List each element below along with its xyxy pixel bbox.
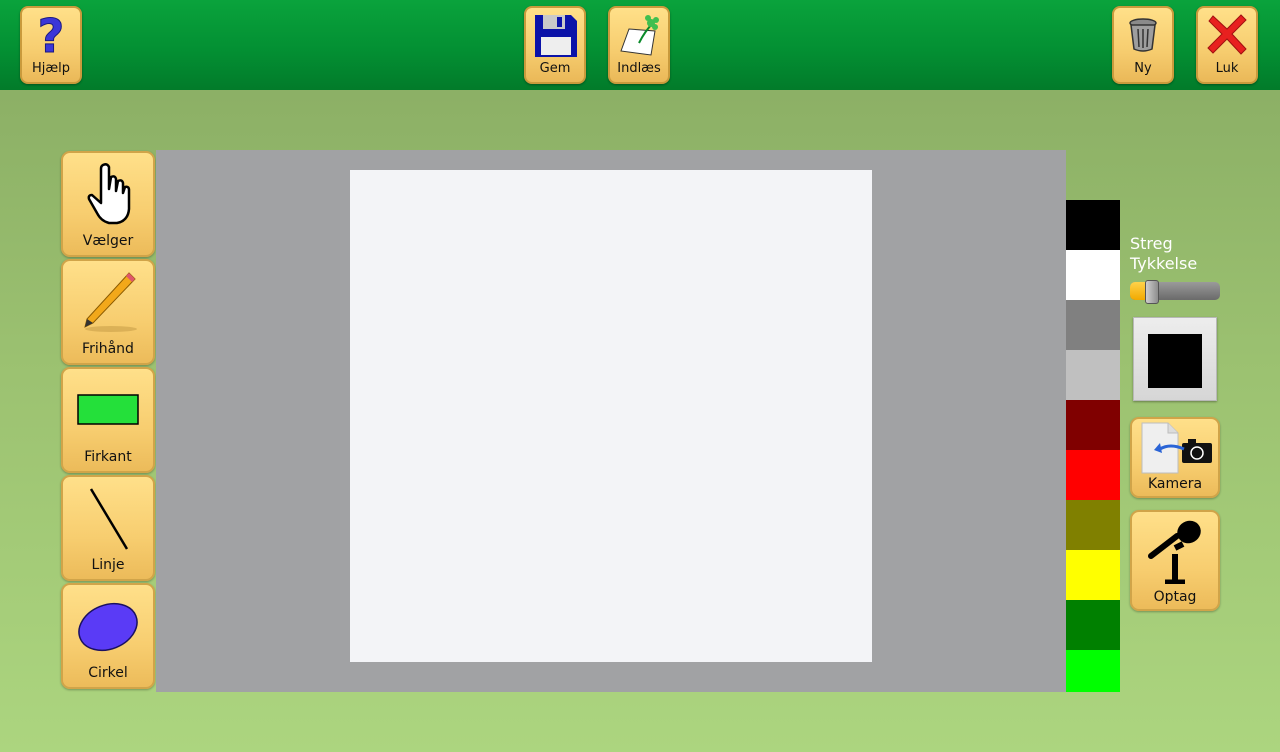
- question-mark-icon: ?: [37, 11, 65, 59]
- color-swatch[interactable]: [1066, 550, 1120, 600]
- slider-thumb[interactable]: [1145, 280, 1159, 304]
- record-label: Optag: [1153, 589, 1197, 605]
- line-icon: [89, 488, 129, 550]
- color-swatch[interactable]: [1066, 250, 1120, 300]
- color-swatch[interactable]: [1066, 350, 1120, 400]
- help-button[interactable]: ? Hjælp: [20, 6, 82, 84]
- pencil-icon: [84, 272, 137, 332]
- save-button[interactable]: Gem: [524, 6, 586, 84]
- new-button[interactable]: Ny: [1112, 6, 1174, 84]
- load-button[interactable]: Indlæs: [608, 6, 670, 84]
- stroke-thickness-slider[interactable]: [1130, 280, 1220, 304]
- ellipse-icon: [78, 602, 138, 652]
- save-label: Gem: [539, 61, 571, 76]
- top-toolbar: ? Hjælp Gem Indlæs Ny Luk: [0, 0, 1280, 90]
- color-swatch[interactable]: [1066, 500, 1120, 550]
- new-label: Ny: [1134, 61, 1152, 76]
- hand-pointer-icon: [87, 163, 131, 225]
- svg-text:?: ?: [38, 11, 65, 59]
- tool-rectangle-label: Firkant: [84, 449, 132, 465]
- color-palette: [1066, 200, 1120, 692]
- current-color-swatch: [1148, 334, 1202, 388]
- color-swatch[interactable]: [1066, 200, 1120, 250]
- trash-can-icon: [1129, 18, 1157, 52]
- help-label: Hjælp: [31, 61, 71, 76]
- camera-import-icon: [1141, 422, 1212, 474]
- stroke-thickness-label: Streg Tykkelse: [1130, 234, 1197, 274]
- close-button[interactable]: Luk: [1196, 6, 1258, 84]
- color-swatch[interactable]: [1066, 300, 1120, 350]
- tool-circle[interactable]: Cirkel: [61, 583, 155, 689]
- tool-select[interactable]: Vælger: [61, 151, 155, 257]
- color-swatch[interactable]: [1066, 400, 1120, 450]
- tool-freehand-label: Frihånd: [82, 341, 134, 357]
- load-label: Indlæs: [617, 61, 661, 76]
- tool-circle-label: Cirkel: [88, 665, 128, 681]
- color-swatch[interactable]: [1066, 650, 1120, 692]
- tool-select-label: Vælger: [82, 233, 134, 249]
- drawing-paper[interactable]: [350, 170, 872, 662]
- current-color-button[interactable]: [1133, 317, 1217, 401]
- red-x-icon: [1207, 14, 1247, 55]
- microphone-icon: [1148, 520, 1201, 584]
- tool-line[interactable]: Linje: [61, 475, 155, 581]
- canvas-area: [156, 150, 1066, 692]
- tool-line-label: Linje: [91, 557, 125, 573]
- camera-button[interactable]: Kamera: [1130, 417, 1220, 498]
- rectangle-icon: [77, 394, 139, 425]
- color-swatch[interactable]: [1066, 450, 1120, 500]
- record-button[interactable]: Optag: [1130, 510, 1220, 611]
- color-swatch[interactable]: [1066, 600, 1120, 650]
- tool-freehand[interactable]: Frihånd: [61, 259, 155, 365]
- load-picture-icon: [620, 15, 659, 56]
- close-label: Luk: [1215, 61, 1239, 76]
- stroke-label-line1: Streg: [1130, 234, 1173, 253]
- stroke-label-line2: Tykkelse: [1130, 254, 1198, 273]
- tool-rectangle[interactable]: Firkant: [61, 367, 155, 473]
- camera-label: Kamera: [1147, 476, 1203, 492]
- floppy-disk-icon: [535, 15, 577, 57]
